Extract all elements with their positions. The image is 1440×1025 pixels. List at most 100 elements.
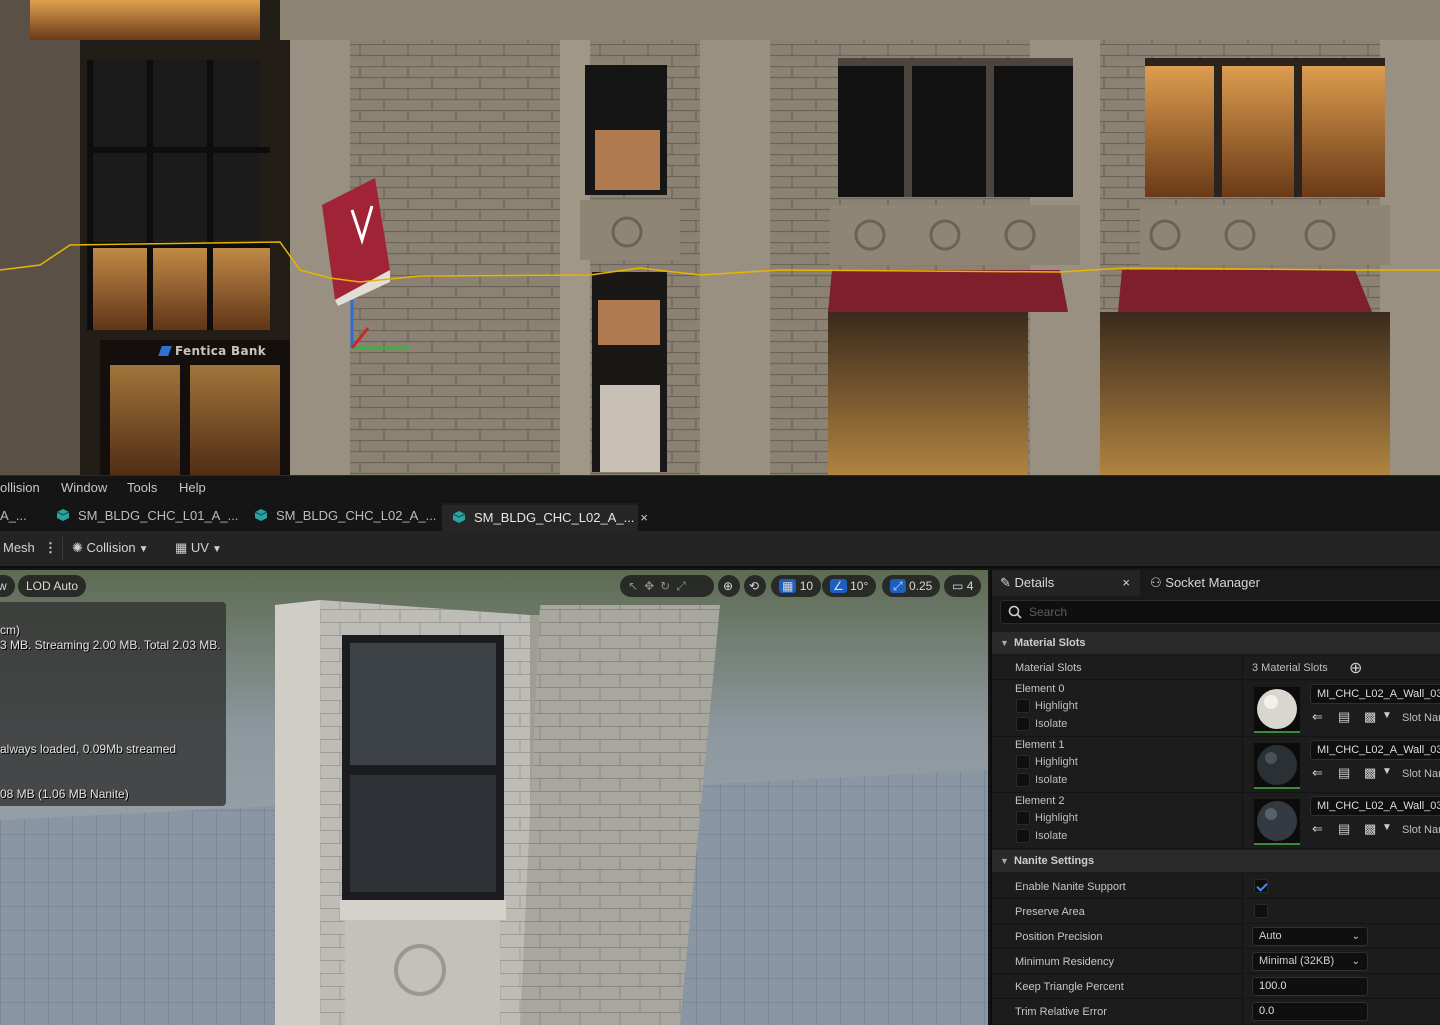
move-icon[interactable]: ✥	[644, 579, 660, 593]
material-slots-label: Material Slots	[1015, 662, 1082, 674]
chevron-down-icon[interactable]: ▼	[1382, 710, 1392, 721]
chevron-down-icon: ▼	[211, 544, 222, 555]
scale-snap-toggle[interactable]: ⤢ 0.25	[882, 575, 941, 597]
menu-window[interactable]: Window	[61, 480, 107, 495]
level-viewport-scene[interactable]: Fentica Bank	[0, 0, 1440, 475]
material-thumbnail[interactable]	[1254, 743, 1300, 789]
add-slot-icon[interactable]: ⊕	[1349, 658, 1362, 678]
chevron-down-icon: ⌄	[1351, 931, 1360, 942]
camera-speed-value: 4	[966, 579, 974, 593]
menu-collision[interactable]: ollision	[0, 480, 40, 495]
highlight-checkbox[interactable]	[1016, 811, 1030, 825]
static-mesh-icon	[56, 509, 70, 521]
material-asset-picker[interactable]: MI_CHC_L02_A_Wall_03_1	[1310, 740, 1440, 760]
checker-icon[interactable]: ▩	[1364, 821, 1376, 837]
minimum-residency-dropdown[interactable]: Minimal (32KB) ⌄	[1252, 952, 1368, 971]
use-selected-asset-icon[interactable]: ⇐	[1312, 821, 1323, 837]
tab-asset-0[interactable]: A_...	[0, 503, 37, 531]
camera-speed-button[interactable]: ▭ 4	[944, 575, 982, 597]
close-icon[interactable]: ×	[1122, 570, 1130, 596]
angle-snap-icon: ∠	[830, 579, 847, 593]
material-element-row: Element 0 Highlight Isolate MI_CHC_L02_A…	[992, 681, 1440, 737]
bank-sign-label: Fentica Bank	[158, 344, 266, 358]
isolate-checkbox[interactable]	[1016, 773, 1030, 787]
highlight-checkbox[interactable]	[1016, 755, 1030, 769]
collision-icon: ✺	[72, 540, 83, 555]
minimum-residency-row: Minimum Residency Minimal (32KB) ⌄	[992, 949, 1440, 974]
material-slots-count: 3 Material Slots	[1252, 662, 1328, 674]
menu-help[interactable]: Help	[179, 480, 206, 495]
use-selected-asset-icon[interactable]: ⇐	[1312, 765, 1323, 781]
lod-selector-button[interactable]: LOD Auto	[18, 575, 87, 597]
checker-icon[interactable]: ▩	[1364, 765, 1376, 781]
socket-tab-label: Socket Manager	[1165, 575, 1260, 590]
stats-line: always loaded, 0.09Mb streamed	[0, 742, 177, 756]
preserve-area-checkbox[interactable]	[1254, 904, 1268, 918]
checker-icon[interactable]: ▩	[1364, 709, 1376, 725]
static-mesh-icon	[254, 509, 268, 521]
surface-snap-icon[interactable]: ⟲	[744, 575, 766, 597]
isolate-checkbox[interactable]	[1016, 717, 1030, 731]
isolate-checkbox[interactable]	[1016, 829, 1030, 843]
column-divider	[1242, 924, 1243, 948]
trim-relative-error-input[interactable]: 0.0	[1252, 1002, 1368, 1021]
section-title: Nanite Settings	[1014, 855, 1095, 867]
menu-bar: ollision Window Tools Help	[0, 475, 1440, 500]
slot-name-label: Slot Nam	[1402, 712, 1440, 724]
material-asset-picker[interactable]: MI_CHC_L02_A_Wall_03_0	[1310, 684, 1440, 704]
transform-tools-group[interactable]: ↖✥↻⤢	[620, 575, 714, 597]
column-divider	[1242, 874, 1243, 898]
tab-asset-2[interactable]: SM_BLDG_CHC_L02_A_...	[244, 503, 446, 531]
tab-asset-3-active[interactable]: SM_BLDG_CHC_L02_A_... ×	[442, 503, 648, 531]
scale-snap-icon: ⤢	[890, 579, 906, 593]
collapse-arrow-icon: ▼	[1000, 856, 1009, 866]
camera-icon: ▭	[952, 579, 964, 593]
menu-tools[interactable]: Tools	[127, 480, 157, 495]
nanite-settings-section-header[interactable]: ▼ Nanite Settings	[992, 850, 1440, 872]
tab-asset-1[interactable]: SM_BLDG_CHC_L01_A_...	[46, 503, 248, 531]
uv-menu-button[interactable]: ▦ UV ▼	[175, 540, 222, 556]
details-search-box[interactable]: Search	[1000, 600, 1440, 624]
keep-triangle-percent-row: Keep Triangle Percent 100.0	[992, 974, 1440, 999]
slot-name-label: Slot Nam	[1402, 824, 1440, 836]
dropdown-value: Auto	[1259, 930, 1282, 942]
keep-triangle-percent-input[interactable]: 100.0	[1252, 977, 1368, 996]
material-thumbnail[interactable]	[1254, 687, 1300, 733]
select-icon[interactable]: ↖	[628, 579, 644, 593]
world-local-icon[interactable]: ⊕	[718, 575, 740, 597]
browse-asset-icon[interactable]: ▤	[1338, 709, 1350, 725]
tab-details[interactable]: ✎ Details ×	[992, 570, 1140, 596]
column-divider	[1242, 949, 1243, 973]
material-asset-picker[interactable]: MI_CHC_L02_A_Wall_03_2	[1310, 796, 1440, 816]
position-precision-dropdown[interactable]: Auto ⌄	[1252, 927, 1368, 946]
dropdown-value: Minimal (32KB)	[1259, 955, 1335, 967]
asset-editor-toolbar: Mesh ⋮ ✺ Collision ▼ ▦ UV ▼	[0, 531, 1440, 568]
collision-menu-button[interactable]: ✺ Collision ▼	[72, 540, 149, 556]
stats-line: 3 MB. Streaming 2.00 MB. Total 2.03 MB.	[0, 638, 221, 652]
grid-snap-icon: ▦	[779, 579, 797, 593]
browse-asset-icon[interactable]: ▤	[1338, 765, 1350, 781]
tab-close-icon[interactable]: ×	[640, 510, 648, 525]
more-options-icon[interactable]: ⋮	[44, 540, 57, 556]
rotate-icon[interactable]: ↻	[660, 579, 676, 593]
chevron-down-icon[interactable]: ▼	[1382, 822, 1392, 833]
mesh-menu-button[interactable]: Mesh	[3, 540, 35, 555]
section-title: Material Slots	[1014, 637, 1086, 649]
tab-socket-manager[interactable]: ⚇ Socket Manager	[1150, 570, 1260, 596]
material-slots-section-header[interactable]: ▼ Material Slots	[992, 632, 1440, 654]
material-element-row: Element 2 Highlight Isolate MI_CHC_L02_A…	[992, 793, 1440, 849]
browse-asset-icon[interactable]: ▤	[1338, 821, 1350, 837]
scale-icon[interactable]: ⤢	[676, 579, 692, 593]
enable-nanite-checkbox[interactable]	[1254, 879, 1268, 893]
use-selected-asset-icon[interactable]: ⇐	[1312, 709, 1323, 725]
rotation-snap-toggle[interactable]: ∠ 10°	[822, 575, 877, 597]
tab-label: SM_BLDG_CHC_L01_A_...	[78, 508, 239, 523]
material-thumbnail[interactable]	[1254, 799, 1300, 845]
chevron-down-icon[interactable]: ▼	[1382, 766, 1392, 777]
building-facade-render	[0, 0, 1440, 475]
tab-label: SM_BLDG_CHC_L02_A_...	[276, 508, 437, 523]
highlight-checkbox[interactable]	[1016, 699, 1030, 713]
grid-snap-toggle[interactable]: ▦ 10	[771, 575, 822, 597]
asset-tab-bar: A_... SM_BLDG_CHC_L01_A_... SM_BLDG_CHC_…	[0, 500, 1440, 531]
isolate-label: Isolate	[1035, 718, 1068, 730]
